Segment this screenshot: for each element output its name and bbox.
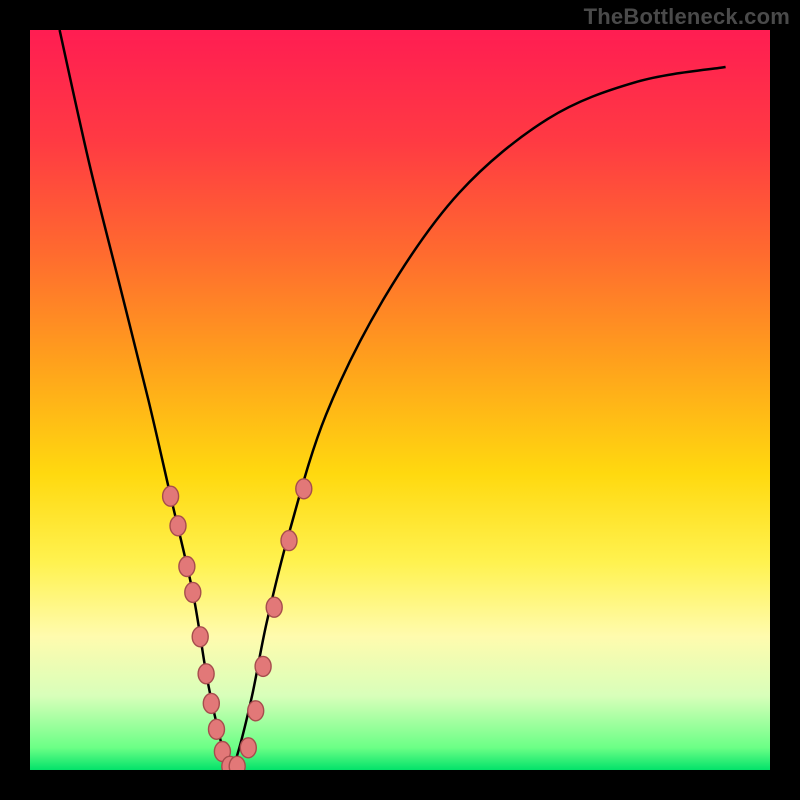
- plot-background: [30, 30, 770, 770]
- data-marker: [192, 627, 208, 647]
- data-marker: [248, 701, 264, 721]
- data-marker: [255, 656, 271, 676]
- data-marker: [296, 479, 312, 499]
- data-marker: [198, 664, 214, 684]
- data-marker: [185, 582, 201, 602]
- data-marker: [208, 719, 224, 739]
- data-marker: [179, 557, 195, 577]
- data-marker: [163, 486, 179, 506]
- data-marker: [266, 597, 282, 617]
- watermark-text: TheBottleneck.com: [584, 4, 790, 30]
- data-marker: [203, 693, 219, 713]
- data-marker: [170, 516, 186, 536]
- chart-frame: TheBottleneck.com: [0, 0, 800, 800]
- data-marker: [229, 756, 245, 770]
- chart-plot: [30, 30, 770, 770]
- data-marker: [281, 531, 297, 551]
- data-marker: [240, 738, 256, 758]
